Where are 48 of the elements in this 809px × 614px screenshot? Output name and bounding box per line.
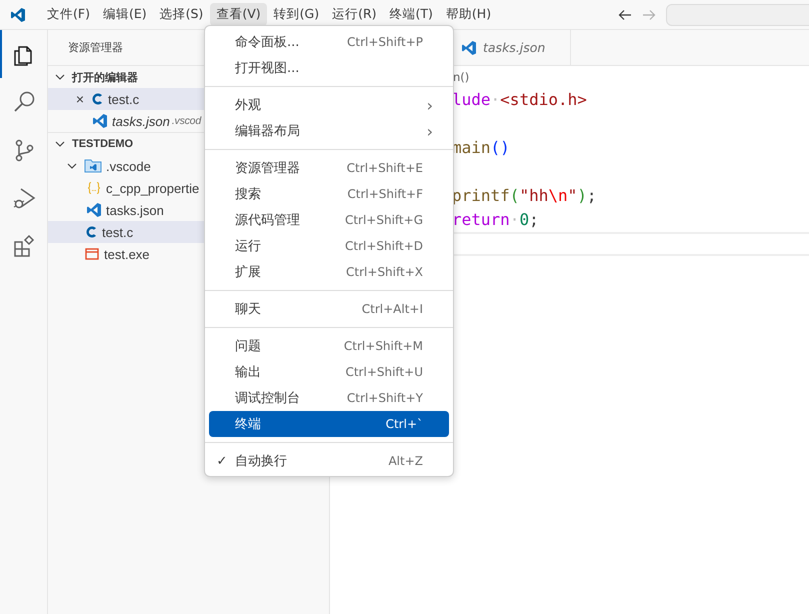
menu-item[interactable]: 聊天 Ctrl+Alt+I [209, 296, 449, 322]
json-braces-icon [86, 180, 102, 196]
c-file-icon [84, 224, 98, 240]
menu-item[interactable]: 终端 Ctrl+` [209, 411, 449, 437]
menu-item[interactable]: 输出 Ctrl+Shift+U [209, 359, 449, 385]
sidebar-title: 资源管理器 [68, 41, 123, 55]
file-name: tasks.json [112, 114, 170, 128]
menu-item[interactable]: 打开视图... [209, 55, 449, 81]
search-field[interactable] [666, 4, 809, 26]
vscode-file-icon [92, 113, 108, 129]
file-path: .vscod [172, 115, 201, 127]
file-name: tasks.json [106, 202, 164, 218]
menu-bar-item[interactable]: 查看(V) [210, 3, 267, 26]
chevron-right-icon: › [426, 96, 433, 114]
menu-item[interactable]: ✓ 自动换行 Alt+Z [209, 448, 449, 474]
menu-bar-item[interactable]: 编辑(E) [96, 3, 153, 26]
file-name: .vscode [106, 158, 151, 174]
menu-item[interactable]: 命令面板... Ctrl+Shift+P [209, 29, 449, 55]
c-file-icon [90, 91, 104, 107]
menu-bar-item[interactable]: 文件(F) [41, 3, 96, 26]
file-name: test.c [102, 224, 134, 240]
menu-item[interactable]: 问题 Ctrl+Shift+M [209, 333, 449, 359]
file-name: test.exe [104, 246, 150, 262]
menu-bar-item[interactable]: 终端(T) [384, 3, 439, 26]
menu-item[interactable]: 调试控制台 Ctrl+Shift+Y [209, 385, 449, 411]
menu-bar-item[interactable]: 帮助(H) [440, 3, 498, 26]
folder-icon [84, 159, 102, 173]
file-name: test.c [108, 92, 140, 106]
menu-bar-item[interactable]: 转到(G) [268, 3, 326, 26]
code-line: printf("hh\n"); [452, 185, 597, 207]
breadcrumb[interactable]: n() [453, 70, 470, 84]
menu-bar-item[interactable]: 选择(S) [154, 3, 210, 26]
chevron-right-icon: › [426, 122, 433, 140]
vscode-file-icon [461, 40, 477, 56]
exe-file-icon [84, 246, 100, 262]
menu-item[interactable]: 编辑器布局 › [209, 118, 449, 144]
menu-item[interactable]: 扩展 Ctrl+Shift+X [209, 259, 449, 285]
close-icon[interactable]: × [74, 91, 86, 107]
menu-item[interactable]: 搜索 Ctrl+Shift+F [209, 181, 449, 207]
code-line: return·0; [452, 209, 539, 231]
app-logo-icon [10, 6, 26, 22]
menu-bar-item[interactable]: 运行(R) [326, 3, 383, 26]
menu-item[interactable]: 资源管理器 Ctrl+Shift+E [209, 155, 449, 181]
code-line: lude·<stdio.h> [452, 89, 587, 111]
vscode-file-icon [86, 202, 102, 218]
check-icon: ✓ [216, 454, 228, 468]
back-icon[interactable] [618, 8, 632, 20]
file-name: c_cpp_propertie [106, 180, 200, 196]
